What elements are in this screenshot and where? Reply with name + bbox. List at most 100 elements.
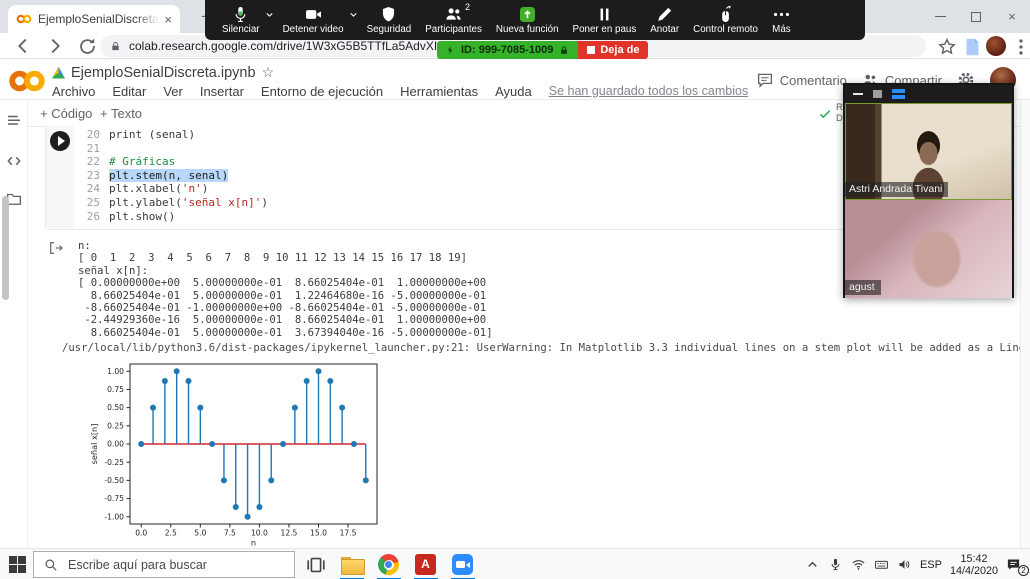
- file-explorer-icon[interactable]: [341, 554, 363, 576]
- zoom-window-minimize-icon[interactable]: [853, 93, 863, 95]
- zoom-app-icon[interactable]: [452, 554, 474, 576]
- menu-archivo[interactable]: Archivo: [52, 84, 95, 99]
- shield-icon: [379, 5, 398, 24]
- menu-editar[interactable]: Editar: [112, 84, 146, 99]
- window-minimize-button[interactable]: [922, 0, 958, 33]
- page-scrollbar[interactable]: [1020, 100, 1030, 548]
- participants-count-badge: 2: [465, 2, 470, 12]
- code-line: 26plt.show(): [74, 210, 268, 224]
- browser-menu-kebab-icon[interactable]: [1010, 36, 1030, 58]
- line-number: 22: [74, 155, 100, 169]
- star-notebook-icon[interactable]: ☆: [262, 64, 275, 81]
- colab-logo: [8, 68, 46, 94]
- output-line: [ 0.00000000e+00 5.00000000e-01 8.660254…: [78, 277, 493, 289]
- output-line: 8.66025404e-01 5.00000000e-01 3.67394040…: [78, 327, 493, 339]
- svg-text:señal x[n]: señal x[n]: [89, 424, 99, 465]
- output-line: señal x[n]:: [78, 265, 493, 277]
- svg-text:0.0: 0.0: [135, 529, 147, 538]
- chevron-down-icon[interactable]: [263, 8, 276, 21]
- zoom-control-remoto-button[interactable]: Control remoto: [686, 0, 765, 40]
- language-indicator[interactable]: ESP: [920, 559, 942, 571]
- tray-touch-keyboard-icon[interactable]: [874, 557, 889, 572]
- zoom-nueva-funci-n-button[interactable]: Nueva función: [489, 0, 566, 40]
- zoom-silenciar-button[interactable]: Silenciar: [215, 0, 267, 40]
- code-snippets-icon[interactable]: [5, 152, 23, 170]
- run-cell-button[interactable]: [50, 131, 70, 151]
- code-line: 20print (senal): [74, 128, 268, 142]
- svg-text:n: n: [251, 538, 256, 547]
- search-icon: [44, 558, 58, 572]
- code-line: 22# Gráficas: [74, 155, 268, 169]
- menu-insertar[interactable]: Insertar: [200, 84, 244, 99]
- zoom-detener-video-button[interactable]: Detener video: [276, 0, 351, 40]
- more-icon: [772, 5, 791, 24]
- extension-doc-icon[interactable]: [961, 36, 983, 58]
- zoom-button-label: Más: [772, 24, 791, 35]
- start-button[interactable]: [9, 556, 26, 573]
- code-token: ): [202, 182, 209, 196]
- tray-speaker-icon[interactable]: [897, 557, 912, 572]
- code-token: plt.ylabel(: [109, 196, 182, 210]
- window-controls: ×: [922, 0, 1030, 33]
- svg-text:1.00: 1.00: [107, 367, 124, 376]
- back-icon[interactable]: [12, 35, 34, 57]
- menu-entorno-de-ejecuci-n[interactable]: Entorno de ejecución: [261, 84, 383, 99]
- notebook-title[interactable]: EjemploSenialDiscreta.ipynb: [71, 65, 256, 81]
- tray-expand-chevron-icon[interactable]: [805, 557, 820, 572]
- output-line: -2.44929360e-16 5.00000000e-01 8.6602540…: [78, 314, 493, 326]
- menu-ayuda[interactable]: Ayuda: [495, 84, 532, 99]
- zoom-participantes-button[interactable]: 2Participantes: [418, 0, 489, 40]
- line-number: 21: [74, 142, 100, 156]
- colab-left-sidebar: [0, 100, 28, 548]
- task-view-icon[interactable]: [305, 554, 327, 576]
- tray-microphone-icon[interactable]: [828, 557, 843, 572]
- zoom-window-titlebar[interactable]: [845, 85, 1012, 103]
- svg-text:10.0: 10.0: [251, 529, 268, 538]
- code-token: print (senal): [109, 128, 195, 142]
- zoom-m-s-button[interactable]: Más: [765, 0, 798, 40]
- chrome-taskbar-icon[interactable]: [378, 554, 400, 576]
- windows-taskbar: Escribe aquí para buscar A ESP 15:42 14/…: [0, 548, 1030, 579]
- taskbar-search-input[interactable]: Escribe aquí para buscar: [33, 551, 295, 578]
- acrobat-icon[interactable]: A: [415, 554, 437, 576]
- code-line: 24plt.xlabel('n'): [74, 182, 268, 196]
- video-tile-agust[interactable]: agust: [845, 200, 1012, 298]
- chevron-down-icon[interactable]: [347, 8, 360, 21]
- code-editor[interactable]: 20print (senal)2122# Gráficas23plt.stem(…: [74, 128, 268, 223]
- check-icon: [818, 107, 832, 121]
- zoom-seguridad-button[interactable]: Seguridad: [360, 0, 419, 40]
- saved-status[interactable]: Se han guardado todos los cambios: [549, 84, 748, 99]
- table-of-contents-icon[interactable]: [5, 112, 23, 130]
- svg-text:0.00: 0.00: [107, 440, 124, 449]
- zoom-video-window[interactable]: Astri Andrada Tivani agust: [843, 83, 1014, 298]
- code-token: ): [261, 196, 268, 210]
- zoom-anotar-button[interactable]: Anotar: [643, 0, 686, 40]
- gallery-view-icon[interactable]: [892, 89, 905, 99]
- action-center-icon[interactable]: 2: [1006, 557, 1024, 573]
- menu-herramientas[interactable]: Herramientas: [400, 84, 478, 99]
- svg-text:15.0: 15.0: [310, 529, 327, 538]
- scrollbar-thumb[interactable]: [2, 196, 9, 300]
- zoom-poner-en-paus-button[interactable]: Poner en paus: [566, 0, 644, 40]
- taskbar-clock[interactable]: 15:42 14/4/2020: [950, 553, 998, 577]
- zoom-window-maximize-icon[interactable]: [873, 90, 882, 98]
- reload-icon[interactable]: [76, 35, 98, 57]
- comment-button[interactable]: Comentario: [756, 71, 847, 89]
- video-tile-astri[interactable]: Astri Andrada Tivani: [845, 103, 1012, 200]
- svg-text:0.25: 0.25: [107, 421, 124, 430]
- code-token: plt.show(): [109, 210, 175, 224]
- bookmark-star-icon[interactable]: [936, 36, 958, 58]
- svg-text:0.75: 0.75: [107, 385, 124, 394]
- window-restore-button[interactable]: [958, 0, 994, 33]
- add-code-button[interactable]: + Código: [40, 106, 92, 121]
- browser-tab[interactable]: EjemploSenialDiscreta.ipynb - Co ×: [8, 5, 180, 33]
- tab-close-icon[interactable]: ×: [164, 12, 172, 27]
- menu-ver[interactable]: Ver: [163, 84, 183, 99]
- forward-icon[interactable]: [44, 35, 66, 57]
- window-close-button[interactable]: ×: [994, 0, 1030, 33]
- colab-menubar: Archivo Editar Ver Insertar Entorno de ejecu…: [52, 84, 748, 99]
- tray-wifi-icon[interactable]: [851, 557, 866, 572]
- browser-profile-avatar[interactable]: [986, 36, 1006, 56]
- add-text-button[interactable]: + Texto: [100, 106, 142, 121]
- stop-share-button[interactable]: Deja de: [578, 41, 648, 59]
